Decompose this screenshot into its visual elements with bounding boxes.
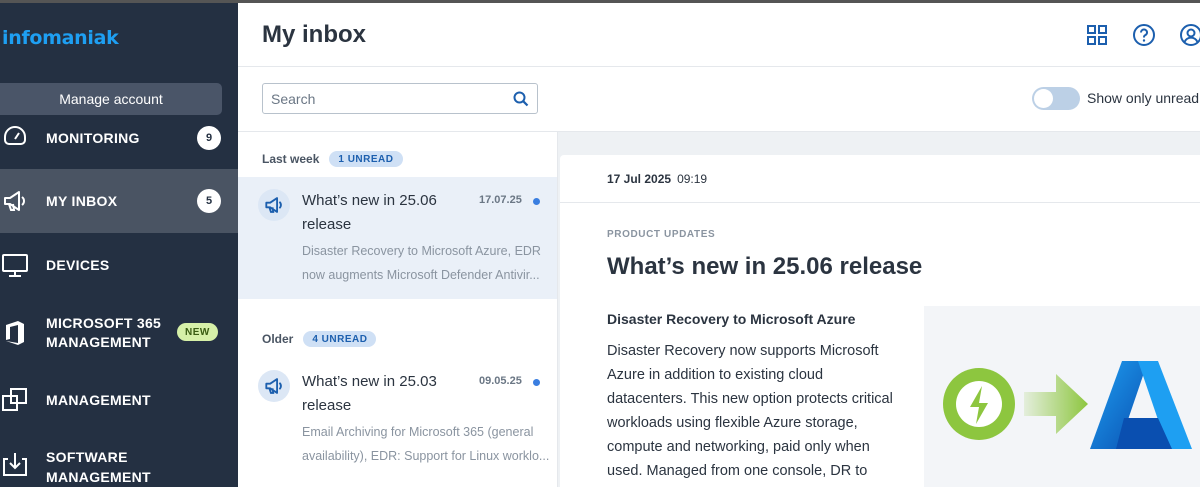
- page-title: My inbox: [262, 21, 367, 48]
- sidebar-item-label: MICROSOFT 365: [46, 315, 162, 331]
- megaphone-icon: [258, 189, 290, 221]
- sidebar-item-my-inbox[interactable]: MY INBOX 5: [0, 169, 238, 233]
- divider: [560, 202, 1200, 203]
- unread-dot: [533, 379, 540, 386]
- show-only-unread-label: Show only unread: [1087, 90, 1200, 106]
- windows-icon: [0, 385, 30, 415]
- help-icon[interactable]: [1131, 22, 1157, 48]
- sidebar-item-software-management[interactable]: SOFTWARE MANAGEMENT: [0, 431, 238, 487]
- search-box: [262, 83, 538, 114]
- new-badge: NEW: [177, 323, 218, 341]
- message-detail: 17 Jul 2025 09:19 PRODUCT UPDATES What’s …: [560, 155, 1200, 487]
- message-preview: Disaster Recovery to Microsoft Azure, ED…: [302, 244, 541, 282]
- sidebar-item-label: MANAGEMENT: [46, 392, 151, 408]
- message-date: 17 Jul 2025: [607, 172, 672, 186]
- arrow-right-icon: [1024, 374, 1088, 434]
- azure-logo-icon: [1090, 361, 1192, 449]
- megaphone-icon: [0, 186, 30, 216]
- message-item[interactable]: What’s new in 25.03 release 09.05.25 Ema…: [238, 358, 557, 480]
- megaphone-icon: [258, 370, 290, 402]
- message-category: PRODUCT UPDATES: [607, 229, 716, 240]
- show-only-unread-toggle[interactable]: [1032, 87, 1080, 110]
- group-header-last-week: Last week 1 UNREAD: [262, 151, 403, 167]
- monitoring-count-badge: 9: [197, 126, 221, 150]
- download-box-icon: [0, 449, 30, 479]
- toggle-knob: [1034, 89, 1053, 108]
- unread-count-badge: 1 UNREAD: [329, 151, 403, 167]
- apps-grid-icon[interactable]: [1084, 22, 1110, 48]
- sidebar-item-label: MONITORING: [46, 130, 140, 146]
- page-header: My inbox: [238, 3, 1200, 67]
- sidebar-item-label-line2: MANAGEMENT: [46, 469, 151, 485]
- sidebar: infomaniak Manage account MONITORING 9 M…: [0, 3, 238, 487]
- sidebar-item-label: MY INBOX: [46, 193, 118, 209]
- sidebar-item-monitoring[interactable]: MONITORING 9: [0, 117, 238, 153]
- office-icon: [0, 318, 30, 348]
- brand-logo[interactable]: infomaniak: [2, 27, 119, 49]
- search-input[interactable]: [271, 89, 501, 109]
- message-time: 09:19: [677, 172, 708, 186]
- message-item[interactable]: What’s new in 25.06 release 17.07.25 Dis…: [238, 177, 557, 299]
- sidebar-item-label: SOFTWARE: [46, 449, 128, 465]
- monitor-icon: [0, 250, 30, 280]
- message-title: What’s new in 25.03 release: [302, 373, 437, 414]
- sidebar-item-management[interactable]: MANAGEMENT: [0, 369, 238, 431]
- hero-graphic: [943, 361, 1192, 449]
- message-timestamp: 17 Jul 2025 09:19: [607, 172, 707, 186]
- group-title: Last week: [262, 152, 320, 166]
- message-preview: Email Archiving for Microsoft 365 (gener…: [302, 425, 550, 463]
- section-heading: Disaster Recovery to Microsoft Azure: [607, 311, 856, 327]
- gauge-icon: [0, 121, 30, 151]
- inbox-count-badge: 5: [197, 189, 221, 213]
- lightning-icon: [943, 368, 1015, 440]
- manage-account-button[interactable]: Manage account: [0, 83, 222, 115]
- message-date: 09.05.25: [479, 375, 522, 387]
- sidebar-item-microsoft-365[interactable]: MICROSOFT 365 MANAGEMENT NEW: [0, 297, 238, 369]
- sidebar-item-label: DEVICES: [46, 257, 110, 273]
- message-title: What’s new in 25.06 release: [607, 253, 923, 280]
- unread-dot: [533, 198, 540, 205]
- unread-count-badge: 4 UNREAD: [303, 331, 377, 347]
- group-header-older: Older 4 UNREAD: [262, 331, 377, 347]
- sidebar-item-label-line2: MANAGEMENT: [46, 334, 151, 350]
- message-list: Last week 1 UNREAD What’s new in 25.06 r…: [238, 131, 558, 487]
- group-title: Older: [262, 332, 294, 346]
- sidebar-item-devices[interactable]: DEVICES: [0, 233, 238, 297]
- search-icon[interactable]: [513, 91, 529, 107]
- message-date: 17.07.25: [479, 194, 522, 206]
- message-body: Disaster Recovery now supports Microsoft…: [607, 343, 893, 479]
- hero-illustration: [924, 306, 1200, 487]
- user-icon[interactable]: [1178, 22, 1200, 48]
- message-title: What’s new in 25.06 release: [302, 192, 437, 233]
